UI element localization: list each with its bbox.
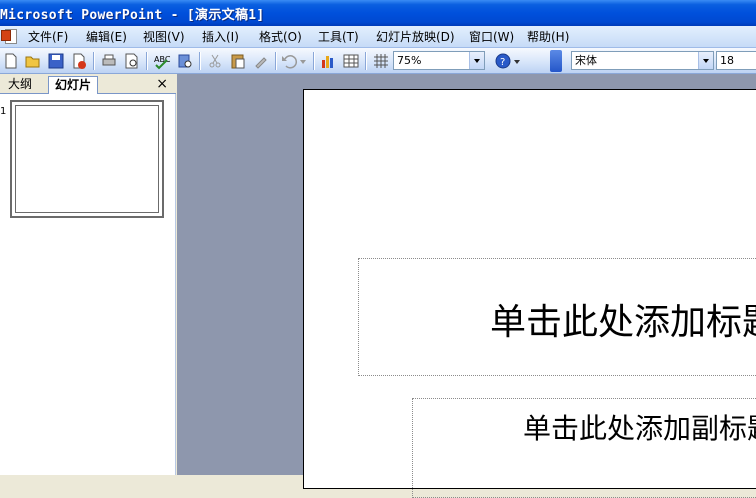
powerpoint-document-icon[interactable] (1, 28, 19, 45)
title-bar: Microsoft PowerPoint - [演示文稿1] (0, 0, 756, 26)
menu-bar: 文件(F) 编辑(E) 视图(V) 插入(I) 格式(O) 工具(T) 幻灯片放… (0, 26, 756, 48)
menu-window[interactable]: 窗口(W) (469, 29, 514, 45)
permission-icon[interactable] (70, 52, 88, 70)
print-preview-icon[interactable] (123, 52, 141, 70)
show-grid-icon[interactable] (372, 52, 390, 70)
toolbar-separator (275, 52, 276, 70)
menu-file[interactable]: 文件(F) (28, 29, 68, 45)
svg-text:?: ? (500, 57, 505, 68)
spelling-icon[interactable]: ABC (153, 52, 171, 70)
slide-thumbnail[interactable] (10, 100, 164, 218)
undo-dropdown-icon[interactable] (298, 52, 308, 70)
tab-slides[interactable]: 幻灯片 (48, 76, 99, 94)
toolbar-separator (365, 52, 366, 70)
font-size-select[interactable]: 18 (716, 51, 756, 70)
help-dropdown-icon[interactable] (512, 52, 522, 70)
menu-insert[interactable]: 插入(I) (202, 29, 239, 45)
new-document-icon[interactable] (2, 52, 20, 70)
zoom-select[interactable]: 75% (393, 51, 485, 70)
slide-canvas[interactable]: 单击此处添加标题 单击此处添加副标题 (303, 89, 756, 498)
insert-table-icon[interactable] (342, 52, 360, 70)
subtitle-placeholder[interactable]: 单击此处添加副标题 (412, 398, 756, 498)
menu-format[interactable]: 格式(O) (259, 29, 302, 45)
toolbar-separator (199, 52, 200, 70)
open-folder-icon[interactable] (24, 52, 42, 70)
window-title: Microsoft PowerPoint - [演示文稿1] (0, 8, 265, 23)
menu-view[interactable]: 视图(V) (143, 29, 185, 45)
font-name-value: 宋体 (575, 54, 597, 67)
toolbar-options-grip[interactable] (550, 50, 562, 72)
menu-tools[interactable]: 工具(T) (318, 29, 359, 45)
research-icon[interactable] (176, 52, 194, 70)
pane-tabstrip: 大纲 幻灯片 × (0, 74, 176, 94)
menu-help[interactable]: 帮助(H) (527, 29, 569, 45)
format-painter-icon[interactable] (252, 52, 270, 70)
title-placeholder[interactable]: 单击此处添加标题 (358, 258, 756, 376)
slide-editing-area: 单击此处添加标题 单击此处添加副标题 (177, 74, 756, 498)
svg-text:ABC: ABC (154, 55, 171, 64)
font-name-dropdown-arrow[interactable] (698, 52, 713, 69)
toolbar-separator (313, 52, 314, 70)
print-icon[interactable] (100, 52, 118, 70)
cut-icon[interactable] (206, 52, 224, 70)
toolbar-separator (146, 52, 147, 70)
tab-outline[interactable]: 大纲 (2, 76, 38, 94)
zoom-dropdown-arrow[interactable] (469, 52, 484, 69)
toolbar-separator (93, 52, 94, 70)
title-placeholder-text: 单击此处添加标题 (490, 302, 756, 343)
slide-number: 1 (0, 106, 7, 117)
slides-outline-pane: 大纲 幻灯片 × 1 (0, 74, 176, 475)
undo-icon[interactable] (280, 52, 298, 70)
close-pane-icon[interactable]: × (156, 76, 168, 92)
save-icon[interactable] (47, 52, 65, 70)
font-name-select[interactable]: 宋体 (571, 51, 714, 70)
font-size-value: 18 (720, 54, 734, 67)
subtitle-placeholder-text: 单击此处添加副标题 (523, 412, 756, 445)
standard-toolbar: ABC 75% ? 宋体 18 (0, 48, 756, 74)
help-icon[interactable]: ? (494, 52, 512, 70)
zoom-value: 75% (397, 54, 422, 67)
paste-icon[interactable] (229, 52, 247, 70)
slide-thumbnail-inner (15, 105, 159, 213)
insert-chart-icon[interactable] (319, 52, 337, 70)
menu-edit[interactable]: 编辑(E) (86, 29, 127, 45)
menu-slideshow[interactable]: 幻灯片放映(D) (376, 29, 455, 45)
